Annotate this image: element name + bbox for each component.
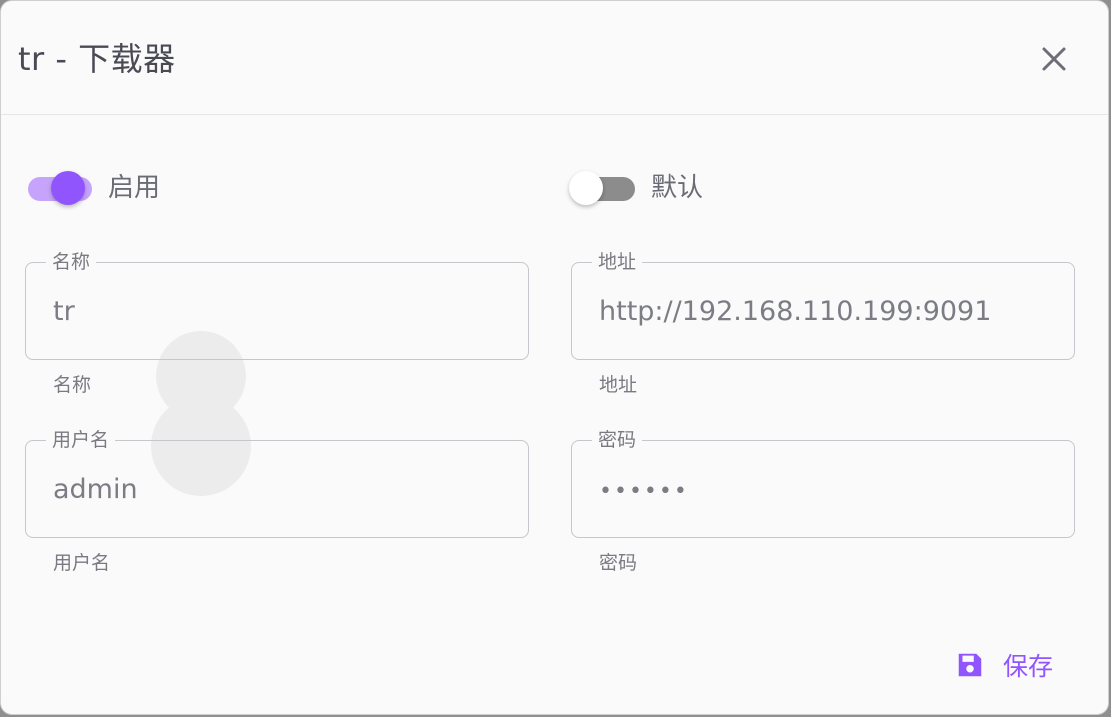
dialog-header: tr - 下载器 — [1, 1, 1108, 115]
username-field[interactable]: 用户名 admin — [25, 428, 529, 538]
password-hint: 密码 — [599, 552, 638, 574]
username-hint: 用户名 — [53, 552, 111, 574]
address-input[interactable]: http://192.168.110.199:9091 — [599, 293, 1054, 331]
default-switch[interactable]: 默认 — [569, 165, 703, 205]
username-field-legend: 用户名 — [46, 428, 116, 452]
save-button[interactable]: 保存 — [949, 643, 1059, 687]
enabled-toggle[interactable] — [26, 165, 94, 205]
close-icon — [1042, 47, 1066, 71]
default-toggle[interactable] — [569, 165, 637, 205]
name-field[interactable]: 名称 tr — [25, 250, 529, 360]
enabled-switch[interactable]: 启用 — [26, 165, 160, 205]
password-field-legend: 密码 — [592, 428, 643, 452]
enabled-toggle-thumb — [51, 171, 85, 205]
address-field-legend: 地址 — [592, 250, 643, 274]
default-toggle-thumb — [569, 171, 603, 205]
downloader-dialog: tr - 下载器 启用 默认 名称 tr 名称 地址 http://192.16… — [0, 0, 1109, 715]
save-label: 保存 — [1003, 652, 1054, 681]
enabled-label: 启用 — [108, 172, 161, 203]
floppy-disk-icon — [958, 653, 982, 677]
name-input[interactable]: tr — [53, 293, 508, 331]
password-field[interactable]: 密码 •••••• — [571, 428, 1075, 538]
default-label: 默认 — [651, 172, 704, 203]
name-field-legend: 名称 — [46, 250, 97, 274]
address-field[interactable]: 地址 http://192.168.110.199:9091 — [571, 250, 1075, 360]
dialog-title: tr - 下载器 — [18, 40, 176, 78]
close-button[interactable] — [1036, 41, 1072, 77]
name-hint: 名称 — [53, 374, 92, 396]
address-hint: 地址 — [599, 374, 638, 396]
password-input[interactable]: •••••• — [599, 473, 1054, 511]
username-input[interactable]: admin — [53, 471, 508, 509]
